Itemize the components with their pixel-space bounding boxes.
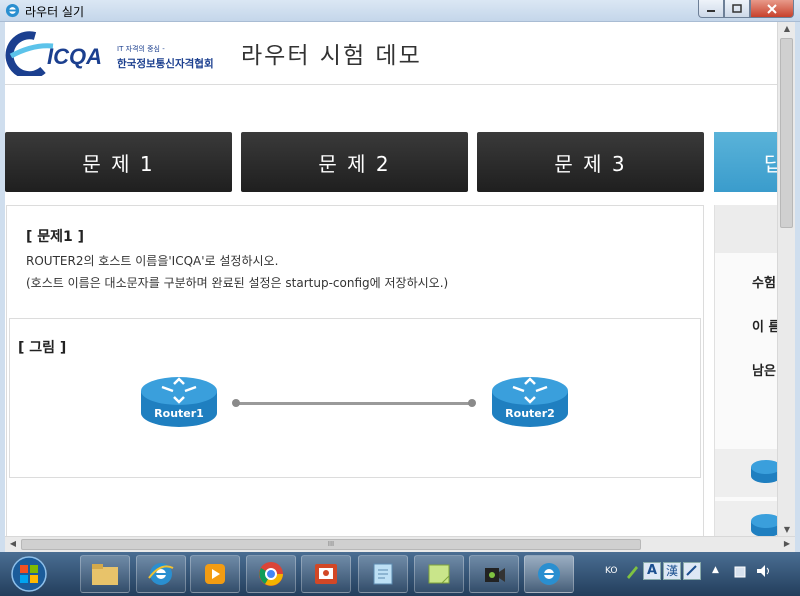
router-thumbnail-icon bbox=[751, 514, 777, 536]
tab-question-1[interactable]: 문 제 1 bbox=[5, 132, 232, 192]
taskbar-chrome[interactable] bbox=[246, 555, 296, 593]
question-text-line-2: (호스트 이름은 대소문자를 구분하며 완료된 설정은 startup-conf… bbox=[26, 276, 449, 290]
usb-device-icon bbox=[734, 566, 746, 578]
ime-mode-a-label: A bbox=[646, 563, 658, 578]
router-thumbnail-icon bbox=[751, 460, 777, 483]
network-link-line bbox=[236, 402, 472, 405]
volume-icon bbox=[757, 565, 769, 577]
scroll-up-icon[interactable]: ▲ bbox=[779, 24, 795, 33]
language-indicator[interactable]: KO bbox=[605, 566, 618, 576]
ime-hanja-label: 漢 bbox=[665, 564, 678, 578]
close-icon bbox=[767, 3, 777, 14]
exam-info-panel: 수험 이 름 남은 bbox=[714, 205, 777, 536]
pen-icon bbox=[627, 566, 638, 579]
app-window: 라우터 실기 ICQA IT 자격의 중심 - 한국정보통신자격협회 라우터 시… bbox=[0, 0, 800, 552]
folder-icon bbox=[92, 564, 118, 585]
logo-org-name: 한국정보통신자격협회 bbox=[117, 58, 214, 70]
logo-tagline: IT 자격의 중심 - bbox=[117, 45, 165, 53]
close-button[interactable] bbox=[750, 0, 794, 18]
scroll-grip: III bbox=[327, 540, 335, 548]
side-device-row-1[interactable] bbox=[715, 449, 777, 497]
router2-node[interactable]: Router2 bbox=[491, 375, 569, 431]
taskbar-notes[interactable] bbox=[414, 555, 464, 593]
page-title: 라우터 시험 데모 bbox=[241, 43, 422, 69]
examinee-name-label: 이 름 bbox=[752, 320, 777, 335]
tab-answer[interactable]: 답 bbox=[714, 132, 777, 192]
media-player-icon bbox=[205, 564, 225, 584]
title-bar[interactable]: 라우터 실기 bbox=[0, 0, 800, 22]
examinee-number-label: 수험 bbox=[752, 276, 776, 291]
horizontal-scroll-thumb[interactable]: III bbox=[21, 539, 641, 550]
logo-text: ICQA bbox=[47, 44, 102, 69]
show-hidden-icons-icon[interactable]: ▲ bbox=[712, 565, 719, 575]
taskbar: KO A 漢 ▲ bbox=[0, 552, 800, 596]
page-content: ICQA IT 자격의 중심 - 한국정보통신자격협회 라우터 시험 데모 문 … bbox=[5, 22, 777, 536]
taskbar-ie[interactable] bbox=[136, 555, 186, 593]
tab-question-2[interactable]: 문 제 2 bbox=[241, 132, 468, 192]
vertical-scroll-thumb[interactable] bbox=[780, 38, 793, 228]
ime-pen-icon[interactable] bbox=[624, 562, 640, 580]
taskbar-camcorder[interactable] bbox=[469, 555, 519, 593]
link-endpoint-left bbox=[232, 399, 240, 407]
remaining-time-label: 남은 bbox=[752, 364, 776, 379]
windows-start-icon bbox=[11, 556, 47, 592]
link-endpoint-right bbox=[468, 399, 476, 407]
side-device-row-2[interactable] bbox=[715, 501, 777, 536]
ime-mode-a[interactable]: A bbox=[643, 562, 661, 580]
window-controls bbox=[698, 0, 794, 18]
ime-hanja[interactable]: 漢 bbox=[663, 562, 681, 580]
router1-icon bbox=[141, 377, 217, 427]
figure-heading: [ 그림 ] bbox=[18, 340, 67, 356]
maximize-button[interactable] bbox=[724, 0, 750, 18]
ime-pad[interactable] bbox=[683, 562, 701, 580]
tab-answer-label: 답 bbox=[764, 151, 777, 176]
internet-explorer-icon bbox=[538, 563, 560, 585]
taskbar-ie-active[interactable] bbox=[524, 555, 574, 593]
question-text-line-1: ROUTER2의 호스트 이름을'ICQA'로 설정하시오. bbox=[26, 254, 279, 268]
minimize-icon bbox=[707, 9, 715, 12]
router2-icon bbox=[492, 377, 568, 427]
header-divider bbox=[5, 84, 777, 85]
horizontal-scrollbar[interactable]: ◀ III ▶ bbox=[5, 536, 795, 552]
router2-label: Router2 bbox=[505, 407, 555, 420]
chrome-icon bbox=[259, 562, 283, 586]
side-panel-header bbox=[715, 205, 777, 253]
icqa-logo[interactable]: ICQA IT 자격의 중심 - 한국정보통신자격협회 bbox=[5, 30, 220, 78]
ime-pad-icon bbox=[686, 565, 697, 576]
taskbar-powerpoint[interactable] bbox=[301, 555, 351, 593]
figure-panel: [ 그림 ] Router1 Router2 bbox=[9, 318, 701, 478]
taskbar-explorer[interactable] bbox=[80, 555, 130, 593]
start-button[interactable] bbox=[10, 556, 48, 592]
question-heading: [ 문제1 ] bbox=[26, 229, 85, 245]
window-title: 라우터 실기 bbox=[25, 5, 85, 19]
vertical-scrollbar[interactable]: ▲ ▼ bbox=[777, 22, 795, 536]
taskbar-media[interactable] bbox=[190, 555, 240, 593]
notepad-icon bbox=[373, 563, 393, 585]
ie-icon bbox=[5, 3, 20, 18]
internet-explorer-icon bbox=[148, 563, 174, 585]
scroll-right-icon[interactable]: ▶ bbox=[779, 539, 795, 548]
tray-device-icon[interactable] bbox=[733, 563, 747, 579]
maximize-icon bbox=[732, 4, 742, 13]
tab-question-3[interactable]: 문 제 3 bbox=[477, 132, 704, 192]
sticky-notes-icon bbox=[428, 564, 450, 584]
powerpoint-icon bbox=[315, 564, 337, 584]
router1-node[interactable]: Router1 bbox=[140, 375, 218, 431]
scroll-down-icon[interactable]: ▼ bbox=[779, 525, 795, 534]
router1-label: Router1 bbox=[154, 407, 204, 420]
tray-volume[interactable] bbox=[755, 563, 773, 579]
minimize-button[interactable] bbox=[698, 0, 724, 18]
camcorder-icon bbox=[485, 568, 505, 582]
taskbar-notepad[interactable] bbox=[358, 555, 408, 593]
scroll-left-icon[interactable]: ◀ bbox=[5, 539, 21, 548]
